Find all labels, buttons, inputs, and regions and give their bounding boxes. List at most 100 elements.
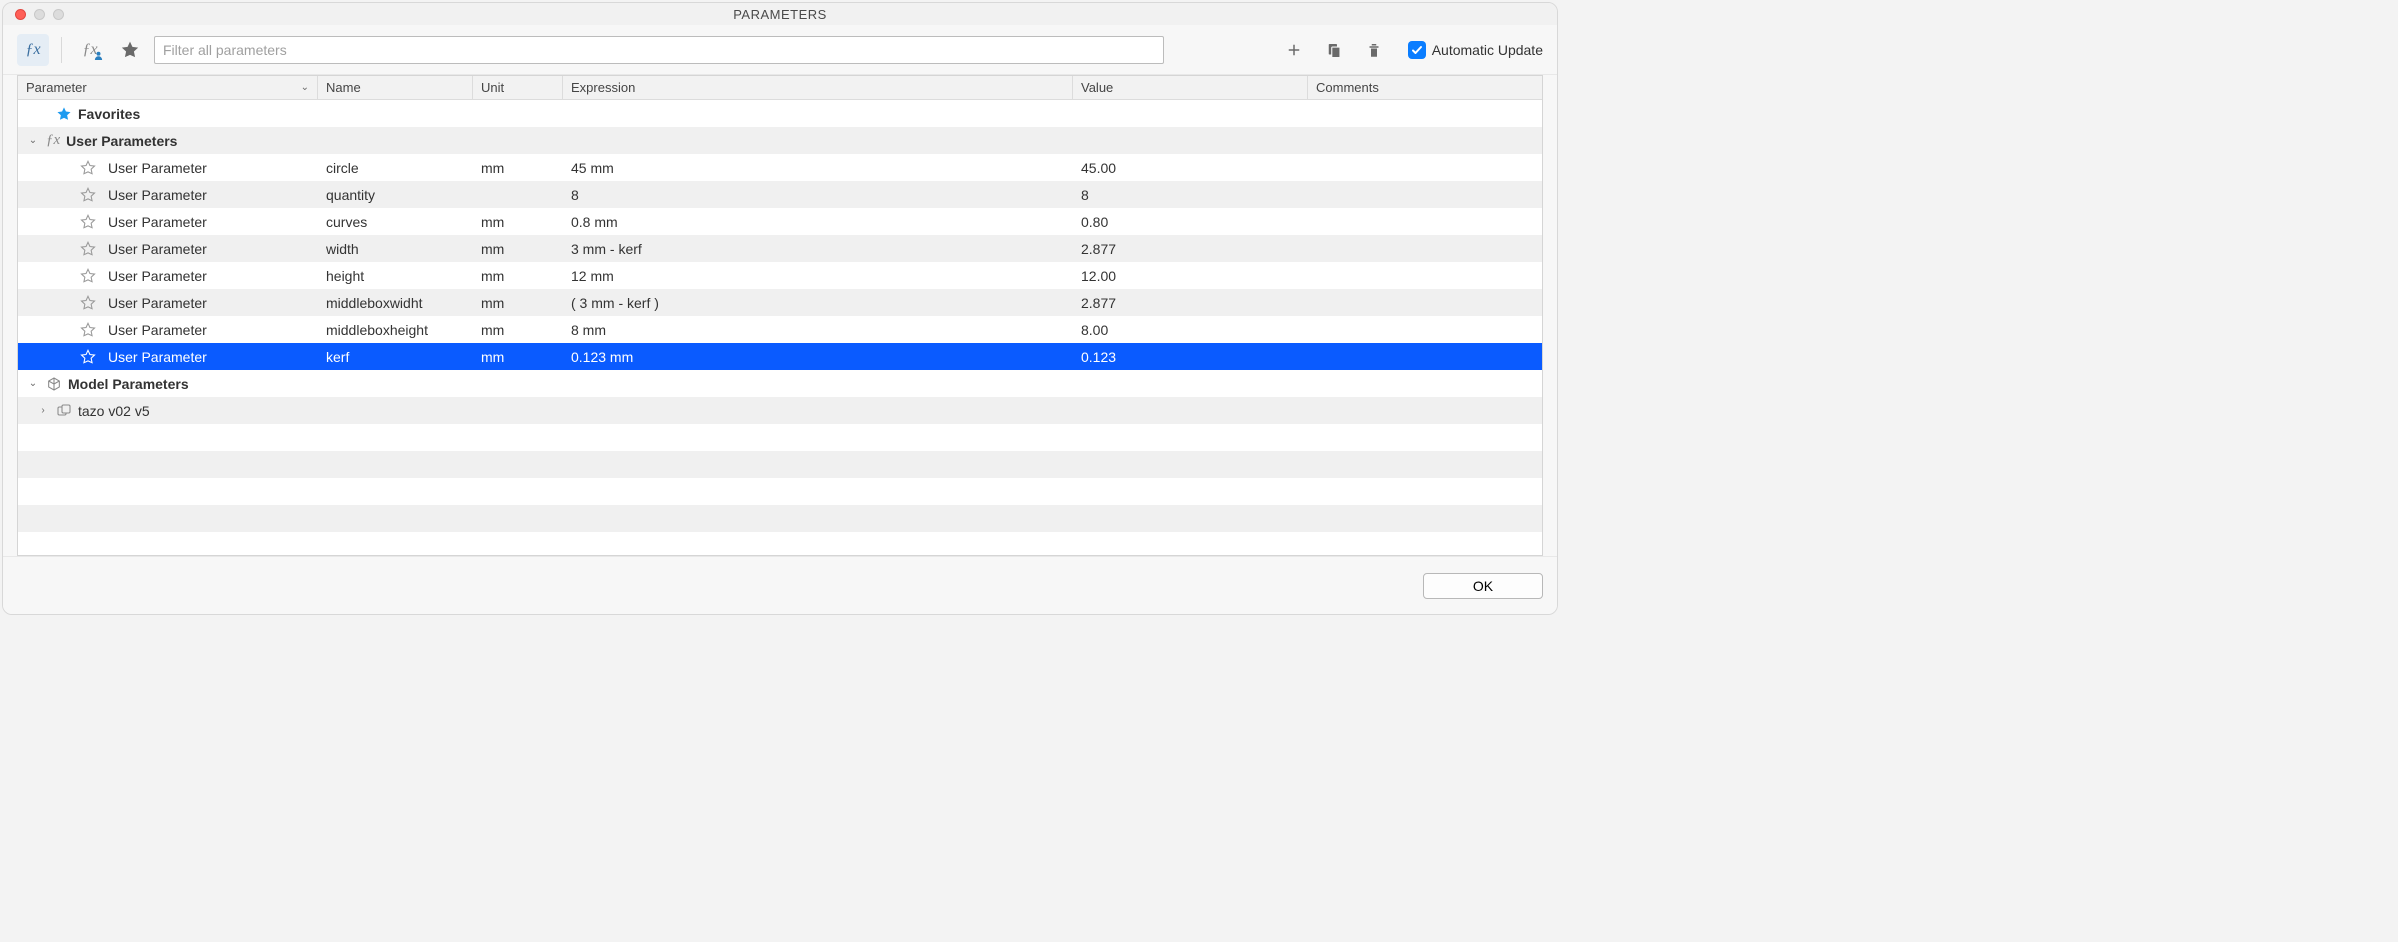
parameter-type-label: User Parameter xyxy=(108,241,207,257)
parameter-name[interactable]: quantity xyxy=(318,187,473,203)
toolbar: ƒx ƒx Automatic Update xyxy=(3,25,1557,75)
zoom-window-icon[interactable] xyxy=(53,9,64,20)
star-outline-icon[interactable] xyxy=(80,187,96,203)
star-outline-icon[interactable] xyxy=(80,349,96,365)
star-outline-icon[interactable] xyxy=(80,241,96,257)
group-row-favorites[interactable]: Favorites xyxy=(18,100,1542,127)
parameter-expression[interactable]: 0.8 mm xyxy=(563,214,1073,230)
column-header-expression[interactable]: Expression xyxy=(563,76,1073,99)
fx-user-parameter-button[interactable]: ƒx xyxy=(17,34,49,66)
sort-chevron-down-icon: ⌄ xyxy=(301,82,309,93)
parameter-name[interactable]: middleboxwidht xyxy=(318,295,473,311)
parameter-value[interactable]: 2.877 xyxy=(1073,241,1308,257)
parameter-type-label: User Parameter xyxy=(108,187,207,203)
parameter-name[interactable]: width xyxy=(318,241,473,257)
column-header-parameter[interactable]: Parameter ⌄ xyxy=(18,76,318,99)
parameter-value[interactable]: 8 xyxy=(1073,187,1308,203)
parameter-type-label: User Parameter xyxy=(108,349,207,365)
group-label: Favorites xyxy=(78,106,140,122)
parameter-type-label: User Parameter xyxy=(108,160,207,176)
filter-parameters-input[interactable] xyxy=(154,36,1164,64)
fx-icon: ƒx xyxy=(46,132,60,149)
star-outline-icon[interactable] xyxy=(80,268,96,284)
window-title: PARAMETERS xyxy=(733,7,827,22)
parameter-expression[interactable]: 3 mm - kerf xyxy=(563,241,1073,257)
parameter-expression[interactable]: 12 mm xyxy=(563,268,1073,284)
checkbox-checked-icon xyxy=(1408,41,1426,59)
chevron-down-icon[interactable]: ⌄ xyxy=(26,135,40,146)
parameters-dialog: PARAMETERS ƒx ƒx xyxy=(2,2,1558,615)
parameter-expression[interactable]: 8 xyxy=(563,187,1073,203)
column-header-value[interactable]: Value xyxy=(1073,76,1308,99)
parameter-name[interactable]: curves xyxy=(318,214,473,230)
window-controls xyxy=(3,9,64,20)
empty-row xyxy=(18,505,1542,532)
minimize-window-icon[interactable] xyxy=(34,9,45,20)
parameter-row[interactable]: User Parameter circlemm45 mm45.00 xyxy=(18,154,1542,181)
parameter-row[interactable]: User Parameter quantity 88 xyxy=(18,181,1542,208)
parameter-value[interactable]: 2.877 xyxy=(1073,295,1308,311)
parameter-expression[interactable]: 45 mm xyxy=(563,160,1073,176)
parameter-row[interactable]: User Parameter heightmm12 mm12.00 xyxy=(18,262,1542,289)
star-filled-icon xyxy=(56,106,72,122)
parameter-row[interactable]: User Parametermiddleboxwidhtmm( 3 mm - k… xyxy=(18,289,1542,316)
parameter-unit[interactable]: mm xyxy=(473,268,563,284)
parameter-row[interactable]: User Parameter kerfmm0.123 mm0.123 xyxy=(18,343,1542,370)
parameter-row[interactable]: User Parameter widthmm3 mm - kerf2.877 xyxy=(18,235,1542,262)
parameter-unit[interactable]: mm xyxy=(473,295,563,311)
parameter-expression[interactable]: ( 3 mm - kerf ) xyxy=(563,295,1073,311)
chevron-down-icon[interactable]: ⌄ xyxy=(26,378,40,389)
parameter-type-label: User Parameter xyxy=(108,268,207,284)
parameter-row[interactable]: User Parameter middleboxheightmm8 mm8.00 xyxy=(18,316,1542,343)
parameter-value[interactable]: 0.80 xyxy=(1073,214,1308,230)
tree-item-model-child[interactable]: › tazo v02 v5 xyxy=(18,397,1542,424)
parameter-value[interactable]: 8.00 xyxy=(1073,322,1308,338)
group-label: Model Parameters xyxy=(68,376,189,392)
add-parameter-button[interactable] xyxy=(1278,34,1310,66)
parameter-unit[interactable]: mm xyxy=(473,160,563,176)
empty-row xyxy=(18,478,1542,505)
empty-row xyxy=(18,424,1542,451)
parameter-expression[interactable]: 0.123 mm xyxy=(563,349,1073,365)
table-header-row: Parameter ⌄ Name Unit Expression Value C… xyxy=(18,76,1542,100)
parameter-name[interactable]: middleboxheight xyxy=(318,322,473,338)
parameter-unit[interactable]: mm xyxy=(473,214,563,230)
favorite-star-button[interactable] xyxy=(114,34,146,66)
parameter-value[interactable]: 12.00 xyxy=(1073,268,1308,284)
star-outline-icon[interactable] xyxy=(80,322,96,338)
group-row-user-parameters[interactable]: ⌄ ƒx User Parameters xyxy=(18,127,1542,154)
tree-item-label: tazo v02 v5 xyxy=(78,403,150,419)
paste-parameter-button[interactable] xyxy=(1318,34,1350,66)
column-header-name[interactable]: Name xyxy=(318,76,473,99)
parameter-unit[interactable]: mm xyxy=(473,241,563,257)
column-header-comments[interactable]: Comments xyxy=(1308,76,1542,99)
group-label: User Parameters xyxy=(66,133,177,149)
parameter-name[interactable]: height xyxy=(318,268,473,284)
column-header-unit[interactable]: Unit xyxy=(473,76,563,99)
close-window-icon[interactable] xyxy=(15,9,26,20)
star-outline-icon[interactable] xyxy=(80,295,96,311)
group-row-model-parameters[interactable]: ⌄ Model Parameters xyxy=(18,370,1542,397)
fx-user-icon-button[interactable]: ƒx xyxy=(74,34,106,66)
parameter-row[interactable]: User Parameter curvesmm0.8 mm0.80 xyxy=(18,208,1542,235)
parameter-name[interactable]: circle xyxy=(318,160,473,176)
cube-icon xyxy=(46,376,62,392)
parameter-type-label: User Parameter xyxy=(108,214,207,230)
star-outline-icon[interactable] xyxy=(80,214,96,230)
component-icon xyxy=(56,403,72,419)
parameter-expression[interactable]: 8 mm xyxy=(563,322,1073,338)
parameter-value[interactable]: 0.123 xyxy=(1073,349,1308,365)
ok-button[interactable]: OK xyxy=(1423,573,1543,599)
parameter-type-label: User Parameter xyxy=(108,322,207,338)
automatic-update-toggle[interactable]: Automatic Update xyxy=(1408,41,1543,59)
toolbar-divider xyxy=(61,37,62,63)
parameter-unit[interactable]: mm xyxy=(473,322,563,338)
delete-parameter-button[interactable] xyxy=(1358,34,1390,66)
parameter-unit[interactable]: mm xyxy=(473,349,563,365)
window-titlebar: PARAMETERS xyxy=(3,3,1557,25)
parameter-value[interactable]: 45.00 xyxy=(1073,160,1308,176)
parameter-name[interactable]: kerf xyxy=(318,349,473,365)
star-outline-icon[interactable] xyxy=(80,160,96,176)
chevron-right-icon[interactable]: › xyxy=(36,405,50,416)
table-body: Favorites ⌄ ƒx User Parameters User Para… xyxy=(18,100,1542,532)
